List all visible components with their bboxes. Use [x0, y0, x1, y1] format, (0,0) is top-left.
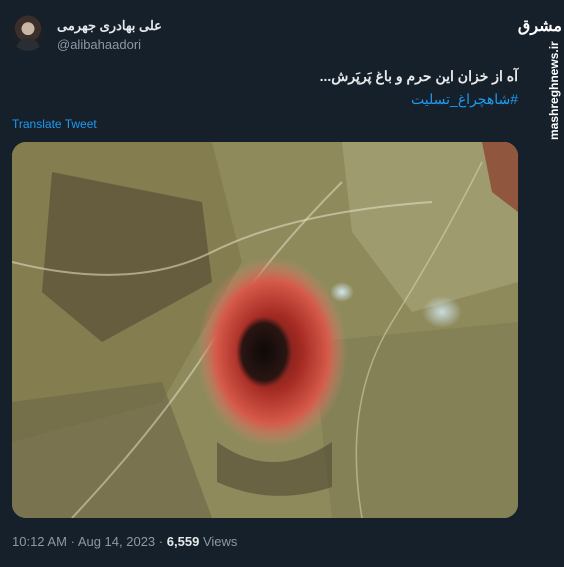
meta-separator-2: · — [158, 534, 164, 549]
tweet-photo[interactable] — [12, 142, 518, 518]
translate-tweet-link[interactable]: Translate Tweet — [12, 117, 97, 131]
marble-wall-photo — [12, 142, 518, 518]
author-name[interactable]: علی بهادری جهرمی — [57, 18, 162, 34]
tweet-meta: 10:12 AM · Aug 14, 2023 · 6,559 Views — [12, 534, 237, 549]
hashtag-link[interactable]: #شاهچراغ_تسلیت — [411, 91, 518, 108]
tweet-date[interactable]: Aug 14, 2023 — [78, 534, 155, 549]
views-label: Views — [202, 534, 238, 549]
mashregh-logo: مشرق — [517, 18, 562, 35]
author-handle[interactable]: @alibahaadori — [57, 37, 141, 52]
tweet-text: آه از خزان این حرم و باغ پَرپَرش... — [319, 68, 518, 84]
tweet-card: علی بهادری جهرمی @alibahaadori آه از خزا… — [0, 0, 532, 567]
watermark-site: mashreghnews.ir — [547, 41, 561, 140]
meta-separator: · — [70, 534, 75, 549]
avatar-figure — [16, 38, 40, 51]
tweet-time[interactable]: 10:12 AM — [12, 534, 67, 549]
views-count: 6,559 — [166, 534, 200, 549]
avatar[interactable] — [10, 15, 46, 51]
